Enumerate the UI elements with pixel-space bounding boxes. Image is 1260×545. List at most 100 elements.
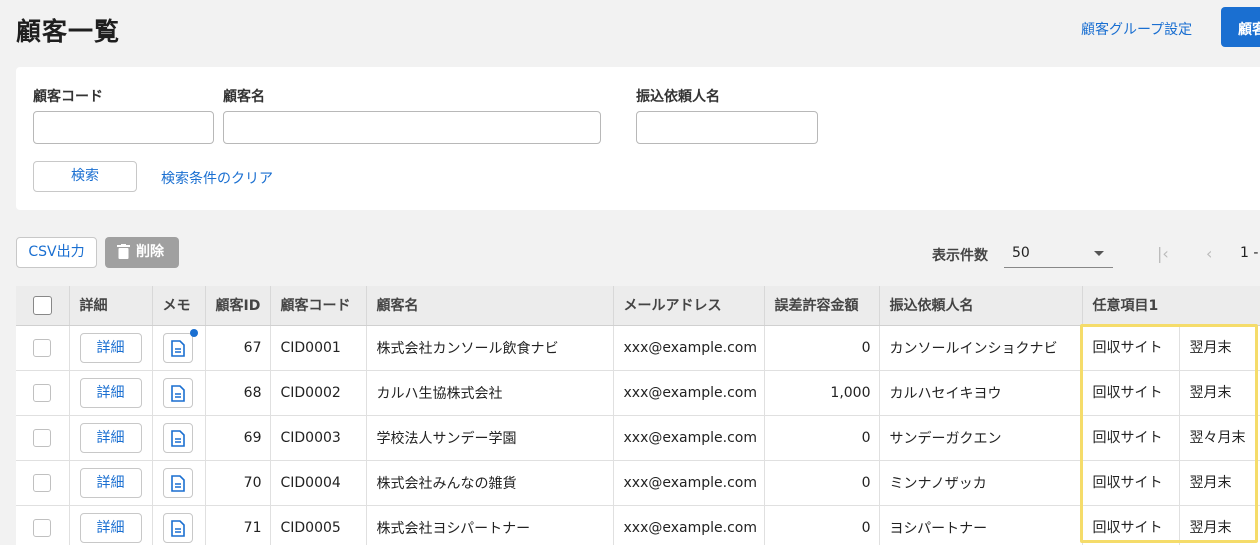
cell-transfer-name: ミンナノザッカ [879, 460, 1083, 506]
custom-key: 回収サイト [1083, 325, 1180, 369]
delete-label: 削除 [136, 244, 164, 260]
custom-key: 回収サイト [1083, 505, 1180, 545]
select-all-header[interactable] [16, 286, 70, 326]
document-icon [170, 519, 185, 537]
page-range: 1 - [1240, 245, 1259, 261]
customer-group-settings-link[interactable]: 顧客グループ設定 [1081, 19, 1192, 39]
cell-email: xxx@example.com [613, 325, 765, 371]
detail-button[interactable]: 詳細 [79, 377, 142, 408]
custom-value: 翌月末 [1189, 384, 1232, 401]
cell-email: xxx@example.com [613, 505, 765, 545]
clear-conditions-link[interactable]: 検索条件のクリア [161, 168, 273, 188]
custom-value: 翌月末 [1189, 474, 1232, 491]
memo-button[interactable] [162, 512, 193, 543]
detail-button[interactable]: 詳細 [79, 512, 142, 543]
detail-button[interactable]: 詳細 [79, 332, 142, 363]
transfer-name-label: 振込依頼人名 [636, 89, 720, 105]
cell-code: CID0004 [270, 460, 367, 506]
cell-custom1: 回収サイト 翌々月末 [1082, 415, 1260, 461]
detail-button[interactable]: 詳細 [79, 467, 142, 498]
transfer-name-input[interactable] [636, 111, 818, 144]
cell-custom1: 回収サイト 翌月末 [1082, 370, 1260, 416]
cell-tolerance: 1,000 [764, 370, 880, 416]
search-button[interactable]: 検索 [33, 161, 137, 192]
cell-email: xxx@example.com [613, 460, 765, 506]
customer-name-input[interactable] [223, 111, 601, 144]
customer-code-input[interactable] [33, 111, 214, 144]
table-header-row: 詳細 メモ 顧客ID 顧客コード 顧客名 メールアドレス 誤差許容金額 振込依頼… [16, 286, 1260, 326]
cell-id: 69 [205, 415, 271, 461]
table-row: 詳細 71 CID0005 株式会社ヨシパートナー xxx@example.co… [16, 505, 1260, 545]
cell-code: CID0002 [270, 370, 367, 416]
page-title: 顧客一覧 [16, 17, 121, 46]
csv-export-button[interactable]: CSV出力 [16, 237, 97, 268]
cell-tolerance: 0 [764, 460, 880, 506]
cell-code: CID0005 [270, 505, 367, 545]
memo-button[interactable] [162, 377, 193, 408]
cell-custom1: 回収サイト 翌月末 [1082, 325, 1260, 371]
header-transfer-name: 振込依頼人名 [879, 286, 1083, 326]
document-icon [170, 429, 185, 447]
header-detail: 詳細 [69, 286, 153, 326]
cell-code: CID0003 [270, 415, 367, 461]
cell-tolerance: 0 [764, 505, 880, 545]
row-checkbox[interactable] [33, 383, 52, 402]
header-custom1: 任意項目1 [1082, 286, 1260, 326]
header-tolerance: 誤差許容金額 [764, 286, 880, 326]
memo-indicator-dot [189, 328, 198, 337]
document-icon [170, 384, 185, 402]
document-icon [170, 339, 185, 357]
header-memo: メモ [152, 286, 206, 326]
cell-custom1: 回収サイト 翌月末 [1082, 460, 1260, 506]
primary-action-button[interactable]: 顧客 [1221, 7, 1260, 47]
per-page-select[interactable]: 50 [1004, 238, 1113, 268]
search-panel: 顧客コード 顧客名 振込依頼人名 検索 検索条件のクリア [16, 67, 1260, 210]
table-row: 詳細 70 CID0004 株式会社みんなの雑貨 xxx@example.com… [16, 460, 1260, 506]
row-checkbox[interactable] [33, 518, 52, 537]
custom-value: 翌々月末 [1189, 429, 1246, 446]
prev-page-icon[interactable]: ‹ [1206, 244, 1212, 263]
cell-tolerance: 0 [764, 415, 880, 461]
cell-id: 71 [205, 505, 271, 545]
trash-icon [117, 244, 130, 259]
row-checkbox[interactable] [33, 338, 52, 357]
customer-code-label: 顧客コード [33, 89, 103, 105]
cell-id: 67 [205, 325, 271, 371]
custom-value: 翌月末 [1189, 519, 1232, 536]
header-id: 顧客ID [205, 286, 271, 326]
header-code: 顧客コード [270, 286, 367, 326]
cell-tolerance: 0 [764, 325, 880, 371]
customer-table: 詳細 メモ 顧客ID 顧客コード 顧客名 メールアドレス 誤差許容金額 振込依頼… [16, 286, 1260, 545]
cell-transfer-name: ヨシパートナー [879, 505, 1083, 545]
custom-key: 回収サイト [1083, 370, 1180, 414]
table-row: 詳細 68 CID0002 カルハ生協株式会社 xxx@example.com … [16, 370, 1260, 416]
cell-name: 株式会社カンソール飲食ナビ [366, 325, 614, 371]
cell-email: xxx@example.com [613, 370, 765, 416]
custom-key: 回収サイト [1083, 460, 1180, 504]
cell-name: 学校法人サンデー学園 [366, 415, 614, 461]
first-page-icon[interactable]: |‹ [1157, 244, 1169, 263]
detail-button[interactable]: 詳細 [79, 422, 142, 453]
select-all-checkbox[interactable] [32, 295, 52, 315]
memo-button[interactable] [162, 328, 198, 363]
memo-button[interactable] [162, 422, 193, 453]
table-row: 詳細 67 CID0001 株式会社カンソール飲食ナビ xxx@example.… [16, 325, 1260, 371]
cell-id: 70 [205, 460, 271, 506]
cell-id: 68 [205, 370, 271, 416]
cell-code: CID0001 [270, 325, 367, 371]
memo-button[interactable] [162, 467, 193, 498]
header-name: 顧客名 [366, 286, 614, 326]
chevron-down-icon [1094, 251, 1104, 256]
row-checkbox[interactable] [33, 473, 52, 492]
cell-name: 株式会社ヨシパートナー [366, 505, 614, 545]
document-icon [170, 474, 185, 492]
cell-transfer-name: カンソールインショクナビ [879, 325, 1083, 371]
row-checkbox[interactable] [33, 428, 52, 447]
cell-transfer-name: サンデーガクエン [879, 415, 1083, 461]
cell-transfer-name: カルハセイキヨウ [879, 370, 1083, 416]
delete-button[interactable]: 削除 [105, 237, 179, 268]
table-row: 詳細 69 CID0003 学校法人サンデー学園 xxx@example.com… [16, 415, 1260, 461]
cell-custom1: 回収サイト 翌月末 [1082, 505, 1260, 545]
per-page-label: 表示件数 [932, 248, 988, 264]
cell-name: 株式会社みんなの雑貨 [366, 460, 614, 506]
